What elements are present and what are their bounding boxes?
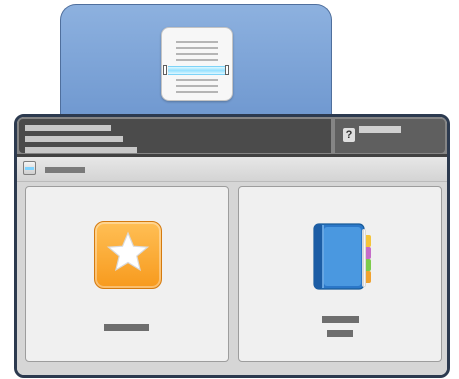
address-book-tile[interactable] bbox=[238, 186, 442, 362]
scanner-document-icon bbox=[161, 27, 233, 101]
device-status-area bbox=[19, 119, 331, 153]
status-bar: ? bbox=[17, 117, 447, 157]
document-line bbox=[176, 85, 218, 87]
address-book-label-line-1 bbox=[322, 316, 359, 323]
favorites-tile[interactable] bbox=[25, 186, 229, 362]
status-line-2 bbox=[25, 136, 123, 142]
main-panel: ? bbox=[14, 114, 450, 378]
status-line-1 bbox=[25, 125, 111, 131]
status-line-3 bbox=[25, 147, 137, 153]
document-line bbox=[176, 91, 218, 93]
scan-beam bbox=[168, 66, 226, 75]
favorites-label bbox=[104, 324, 149, 331]
scan-beam-left-end bbox=[163, 65, 167, 75]
login-button[interactable]: ? bbox=[335, 119, 445, 153]
scan-tab[interactable] bbox=[60, 4, 332, 124]
document-icon bbox=[23, 161, 36, 175]
login-label bbox=[359, 126, 401, 133]
user-key-icon: ? bbox=[343, 128, 355, 142]
content-area bbox=[17, 157, 447, 375]
document-line bbox=[176, 53, 218, 55]
document-line bbox=[176, 59, 218, 61]
favorite-star-icon bbox=[94, 221, 162, 289]
address-book-icon bbox=[306, 221, 376, 293]
address-book-label-line-2 bbox=[327, 330, 353, 337]
document-line bbox=[176, 47, 218, 49]
scan-beam-right-end bbox=[225, 65, 229, 75]
section-header bbox=[17, 157, 447, 182]
section-title bbox=[45, 167, 85, 173]
document-line bbox=[176, 79, 218, 81]
document-line bbox=[176, 41, 218, 43]
